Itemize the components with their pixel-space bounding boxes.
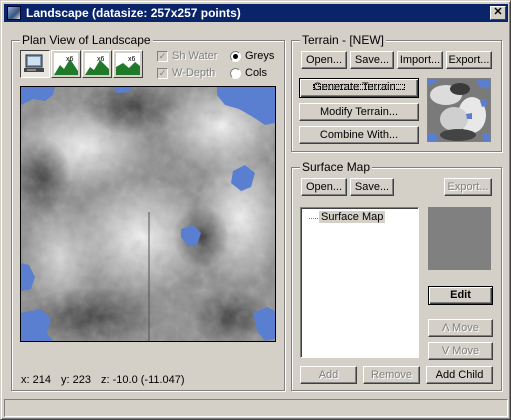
move-down-button[interactable]: V Move [428,342,493,360]
svg-text:x6: x6 [97,56,105,63]
window-title: Landscape (datasize: 257x257 points) [26,6,241,20]
cols-radio[interactable]: Cols [230,67,267,79]
sh-water-check-icon: ✓ [157,50,168,62]
tree-item-surface-map[interactable]: Surface Map [319,211,386,223]
status-bar [4,399,508,417]
tool-computer-view[interactable] [20,50,50,78]
surface-map-tree[interactable]: Surface Map [300,207,419,358]
cols-label: Cols [245,67,268,79]
greys-radio-dot [230,50,241,62]
terrain-x6-icon: x6 [116,53,140,75]
computer-view-icon [24,54,44,72]
surface-map-title: Surface Map [300,160,373,174]
modify-terrain-button[interactable]: Modify Terrain... [299,103,419,121]
tree-connector [309,218,318,219]
tool-terrain-3[interactable]: x6 [113,50,143,78]
terrain-save-button[interactable]: Save... [350,51,394,69]
add-button[interactable]: Add [300,366,357,384]
greys-radio[interactable]: Greys [230,50,274,62]
edit-button[interactable]: Edit [428,286,493,305]
landscape-window: Landscape (datasize: 257x257 points) ✕ P… [0,0,511,420]
svg-text:x6: x6 [66,56,74,63]
tool-terrain-1[interactable]: x6 [51,50,81,78]
generate-terrain-label: Generate Terrain... [310,81,408,93]
terrain-thumbnail [428,79,490,141]
terrain-import-button[interactable]: Import... [397,51,443,69]
w-depth-checkbox[interactable]: ✓ W-Depth [157,67,215,79]
close-button[interactable]: ✕ [490,6,506,20]
heightmap-image [21,87,275,341]
sh-water-checkbox[interactable]: ✓ Sh Water [157,50,217,62]
title-bar[interactable]: Landscape (datasize: 257x257 points) ✕ [4,4,508,22]
tool-terrain-2[interactable]: x6 [82,50,112,78]
landscape-app-icon [7,6,21,20]
terrain-open-button[interactable]: Open... [301,51,347,69]
terrain-export-button[interactable]: Export... [446,51,492,69]
w-depth-check-icon: ✓ [157,67,168,79]
terrain-x6-icon: x6 [54,53,78,75]
cols-radio-dot [230,67,241,79]
greys-label: Greys [245,50,275,62]
surface-save-button[interactable]: Save... [350,178,394,196]
terrain-title: Terrain - [NEW] [300,33,387,47]
remove-button[interactable]: Remove [363,366,420,384]
add-child-button[interactable]: Add Child [426,366,493,384]
sh-water-label: Sh Water [172,50,218,62]
combine-with-button[interactable]: Combine With... [299,126,419,144]
surface-export-button[interactable]: Export... [444,178,492,196]
coord-z-readout: z: -10.0 (-11.047) [101,374,185,386]
coord-y-readout: y: 223 [61,374,91,386]
svg-text:x6: x6 [128,56,136,63]
surface-preview [428,207,491,270]
plan-view-title: Plan View of Landscape [20,33,153,47]
coord-x-readout: x: 214 [21,374,51,386]
terrain-x6-icon: x6 [85,53,109,75]
move-up-button[interactable]: Λ Move [428,319,493,337]
terrain-preview [427,78,491,142]
generate-terrain-button[interactable]: Generate Terrain... [299,78,419,98]
surface-open-button[interactable]: Open... [301,178,347,196]
w-depth-label: W-Depth [172,67,216,79]
landscape-plan-view[interactable] [20,86,276,342]
